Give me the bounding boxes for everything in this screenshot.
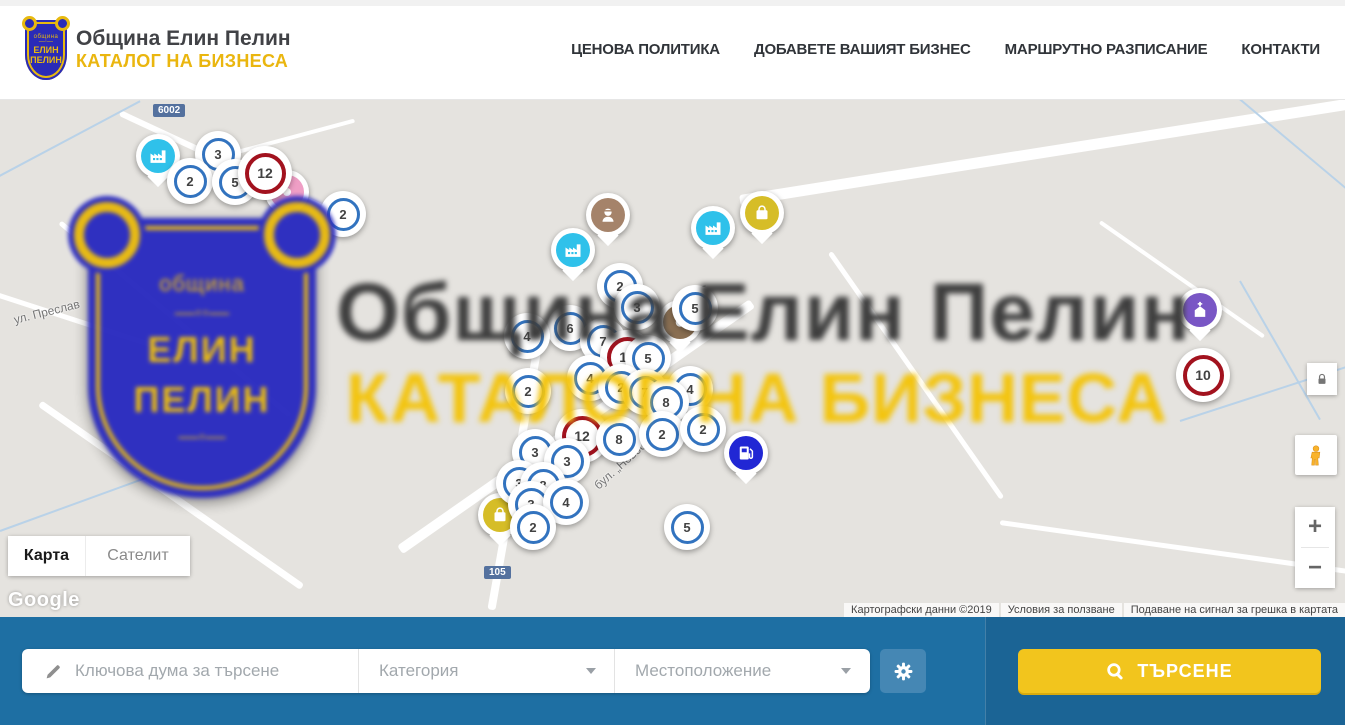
- top-strip: [0, 0, 1345, 6]
- cluster-marker[interactable]: 2: [510, 504, 556, 550]
- cluster-marker[interactable]: 12: [238, 146, 292, 200]
- cluster-marker[interactable]: 2: [167, 158, 213, 204]
- road-shield: 6002: [153, 104, 185, 117]
- map-waterline: [1239, 281, 1321, 421]
- pegman-icon: [1305, 442, 1327, 469]
- map-lock-button[interactable]: [1307, 363, 1337, 395]
- watermark-subtitle: КАТАЛОГ НА БИЗНЕСА: [346, 358, 1168, 438]
- search-button[interactable]: ТЪРСЕНЕ: [1018, 649, 1321, 693]
- google-logo[interactable]: Google: [8, 589, 80, 612]
- watermark-crest-line1: ЕЛИН: [147, 329, 256, 371]
- advanced-search-button[interactable]: [880, 649, 926, 693]
- watermark-crest-motto: община: [159, 271, 245, 297]
- chevron-down-icon: [586, 668, 596, 674]
- gear-icon: [893, 661, 914, 682]
- site-logo[interactable]: община —◦— ЕЛИН ПЕЛИН Община Елин Пелин …: [25, 20, 291, 80]
- factory-icon: [696, 211, 730, 245]
- shopping-bag-icon: [745, 196, 779, 230]
- zoom-in-button[interactable]: +: [1295, 507, 1335, 547]
- main-nav: ЦЕНОВА ПОЛИТИКА ДОБАВЕТЕ ВАШИЯТ БИЗНЕС М…: [571, 41, 1320, 58]
- map-type-control: Карта Сателит: [8, 536, 190, 576]
- google-map[interactable]: ул. Преславбул. „Новоселци60021053251222…: [0, 100, 1345, 617]
- map-type-map-button[interactable]: Карта: [8, 536, 86, 576]
- cluster-count: 2: [327, 198, 360, 231]
- zoom-out-button[interactable]: −: [1295, 548, 1335, 588]
- page: община —◦— ЕЛИН ПЕЛИН Община Елин Пелин …: [0, 0, 1345, 725]
- location-select[interactable]: Местоположение: [614, 649, 869, 693]
- cluster-marker[interactable]: 5: [664, 504, 710, 550]
- category-select-placeholder: Категория: [379, 661, 458, 681]
- cluster-count: 4: [550, 486, 583, 519]
- watermark-title: Община Елин Пелин: [336, 266, 1191, 360]
- category-select[interactable]: Категория: [358, 649, 614, 693]
- crest-name-line1: ЕЛИН: [33, 45, 58, 55]
- nav-item-add-business[interactable]: ДОБАВЕТЕ ВАШИЯТ БИЗНЕС: [754, 41, 971, 58]
- worker-icon: [591, 198, 625, 232]
- cluster-count: 2: [517, 511, 550, 544]
- nav-item-bus-schedule[interactable]: МАРШРУТНО РАЗПИСАНИЕ: [1005, 41, 1208, 58]
- attribution-report-error-link[interactable]: Подаване на сигнал за грешка в картата: [1124, 603, 1345, 617]
- pencil-icon: [44, 662, 63, 681]
- search-button-label: ТЪРСЕНЕ: [1137, 661, 1232, 682]
- search-icon: [1106, 662, 1125, 681]
- chevron-down-icon: [841, 668, 851, 674]
- search-bar: ТЪРСЕНЕ Категория Местоположение: [0, 617, 1345, 725]
- location-select-placeholder: Местоположение: [635, 661, 771, 681]
- watermark-crest-ornament: —◦◦—: [175, 305, 229, 321]
- map-type-satellite-button[interactable]: Сателит: [86, 536, 190, 576]
- watermark-crest-ornament: —◦—: [178, 429, 225, 445]
- crest-name-line2: ПЕЛИН: [30, 55, 62, 65]
- keyword-search-input[interactable]: [75, 661, 358, 681]
- map-attribution: Картографски данни ©2019 Условия за полз…: [842, 602, 1345, 617]
- search-bar-right-panel: ТЪРСЕНЕ: [985, 617, 1345, 725]
- municipality-crest-icon: община —◦— ЕЛИН ПЕЛИН: [25, 20, 67, 80]
- attribution-terms-link[interactable]: Условия за ползване: [1001, 603, 1122, 617]
- factory-pin[interactable]: [691, 206, 735, 250]
- road-shield: 105: [484, 566, 511, 579]
- map-road: [1000, 520, 1345, 578]
- lock-icon: [1315, 372, 1329, 387]
- shopping-bag-pin[interactable]: [740, 191, 784, 235]
- search-input-group: Категория Местоположение: [22, 649, 870, 693]
- cluster-count: 12: [245, 153, 286, 194]
- keyword-field-wrap: [22, 649, 358, 693]
- header: община —◦— ЕЛИН ПЕЛИН Община Елин Пелин …: [0, 0, 1345, 100]
- map-waterline: [0, 475, 151, 532]
- attribution-copyright: Картографски данни ©2019: [844, 603, 999, 617]
- street-view-pegman-button[interactable]: [1295, 435, 1337, 475]
- worker-pin[interactable]: [586, 193, 630, 237]
- nav-item-contacts[interactable]: КОНТАКТИ: [1241, 41, 1320, 58]
- cluster-count: 2: [174, 165, 207, 198]
- cluster-count: 10: [1183, 355, 1224, 396]
- watermark-crest-line2: ПЕЛИН: [133, 379, 270, 421]
- site-subtitle: КАТАЛОГ НА БИЗНЕСА: [76, 51, 291, 72]
- nav-item-pricing[interactable]: ЦЕНОВА ПОЛИТИКА: [571, 41, 720, 58]
- watermark-crest-icon: община —◦◦— ЕЛИН ПЕЛИН —◦—: [88, 218, 316, 498]
- factory-icon: [556, 233, 590, 267]
- map-waterline: [0, 100, 141, 182]
- fuel-icon: [729, 436, 763, 470]
- map-road: [739, 100, 1345, 206]
- zoom-control: + −: [1295, 507, 1335, 588]
- site-title: Община Елин Пелин: [76, 27, 291, 51]
- cluster-count: 5: [671, 511, 704, 544]
